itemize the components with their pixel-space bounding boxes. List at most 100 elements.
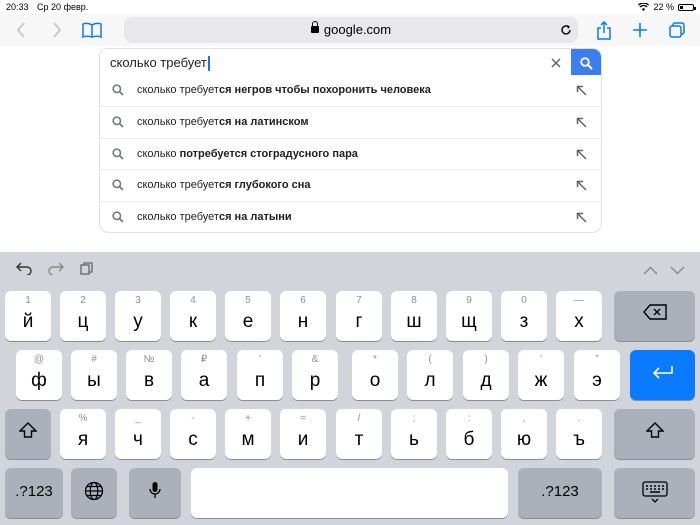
search-box[interactable]: сколько требует: [99, 48, 602, 77]
redo-button[interactable]: [48, 262, 64, 278]
redo-icon: [48, 262, 64, 276]
share-icon: [597, 20, 611, 40]
key-row2-5[interactable]: ’ п: [237, 350, 283, 400]
key-row1-10[interactable]: 0з: [501, 291, 547, 341]
delete-key[interactable]: [614, 291, 695, 341]
key-row1-11[interactable]: — х: [556, 291, 602, 341]
search-icon: [112, 179, 124, 191]
key-secondary: :: [467, 413, 471, 424]
key-row2-3[interactable]: № в: [126, 350, 172, 400]
key-row2-11[interactable]: ” э: [574, 350, 620, 400]
suggestion-item[interactable]: сколько требуется негров чтобы похоронит…: [100, 75, 601, 106]
previous-field-button[interactable]: [643, 262, 658, 278]
key-label: ъ: [573, 429, 585, 450]
key-row3-6[interactable]: / т: [336, 409, 382, 459]
search-input[interactable]: сколько требует: [110, 49, 210, 77]
chevron-left-icon: [16, 22, 25, 38]
suggestion-item[interactable]: сколько требуется на латыни: [100, 200, 601, 234]
shift-key-left[interactable]: [5, 409, 51, 459]
key-row3-9[interactable]: ,ю: [501, 409, 547, 459]
share-button[interactable]: [591, 18, 617, 42]
key-row2-6[interactable]: & р: [292, 350, 338, 400]
suggestion-completion: ся на латинском: [218, 116, 309, 129]
key-row1-7[interactable]: 7г: [336, 291, 382, 341]
key-row2-4[interactable]: ₽ а: [181, 350, 227, 400]
key-label: л: [424, 370, 436, 391]
dismiss-keyboard-key[interactable]: [614, 468, 695, 518]
key-row2-8[interactable]: (л: [407, 350, 453, 400]
key-secondary: &: [311, 354, 319, 365]
numbers-key-right[interactable]: .?123: [518, 468, 602, 518]
onscreen-keyboard: 1й 2ц 3у 4к 5е 6н 7г 8ш 9щ 0з — х @ ф # ы №…: [0, 252, 700, 525]
microphone-key[interactable]: [129, 468, 181, 518]
globe-key[interactable]: [71, 468, 117, 518]
key-row1-3[interactable]: 3у: [115, 291, 161, 341]
suggestion-item[interactable]: сколько требуется на латинском: [100, 106, 601, 137]
back-button[interactable]: [8, 18, 34, 42]
clear-search-button[interactable]: [551, 53, 561, 71]
tabs-button[interactable]: [664, 18, 690, 42]
key-label: х: [574, 311, 584, 332]
tabs-icon: [669, 22, 685, 38]
key-label: з: [519, 311, 529, 332]
reload-button[interactable]: [560, 17, 572, 45]
key-secondary: 4: [190, 295, 196, 306]
address-bar[interactable]: google.com: [124, 17, 578, 43]
search-icon: [112, 148, 124, 160]
key-row3-3[interactable]: -с: [170, 409, 216, 459]
forward-button[interactable]: [44, 18, 70, 42]
fill-query-button[interactable]: [576, 107, 587, 139]
suggestion-item[interactable]: сколько потребуется стоградусного пара: [100, 137, 601, 171]
suggestions-list: сколько требуется негров чтобы похоронит…: [99, 75, 602, 233]
key-secondary: =: [300, 413, 306, 424]
key-row1-5[interactable]: 5е: [225, 291, 271, 341]
new-tab-button[interactable]: [627, 18, 653, 42]
key-label: й: [22, 311, 34, 332]
next-field-button[interactable]: [670, 262, 685, 278]
key-label: ы: [87, 370, 101, 391]
fill-query-button[interactable]: [576, 170, 587, 202]
suggestion-completion: потребуется стоградусного пара: [179, 147, 358, 160]
key-row3-7[interactable]: ; ь: [391, 409, 437, 459]
key-label: м: [241, 429, 255, 450]
key-row1-9[interactable]: 9щ: [446, 291, 492, 341]
key-label: щ: [461, 311, 477, 332]
search-icon: [112, 84, 124, 96]
key-row3-5[interactable]: = и: [280, 409, 326, 459]
undo-button[interactable]: [16, 262, 32, 278]
fill-query-button[interactable]: [576, 202, 587, 234]
key-row1-2[interactable]: 2ц: [60, 291, 106, 341]
key-row2-2[interactable]: # ы: [71, 350, 117, 400]
suggestion-item[interactable]: сколько требуется глубокого сна: [100, 169, 601, 200]
numbers-key-left[interactable]: .?123: [5, 468, 63, 518]
lock-icon: [310, 21, 319, 33]
shift-key-right[interactable]: [614, 409, 695, 459]
space-key[interactable]: [191, 468, 508, 518]
bookmarks-button[interactable]: [79, 18, 105, 42]
return-key[interactable]: [630, 350, 695, 400]
safari-page: 20:33 Ср 20 февр. 22 % google.com скольк…: [0, 0, 700, 525]
key-secondary: @: [33, 354, 45, 365]
key-row3-4[interactable]: + м: [225, 409, 271, 459]
key-row2-10[interactable]: ’ ж: [518, 350, 564, 400]
key-row3-8[interactable]: :б: [446, 409, 492, 459]
key-row3-10[interactable]: .ъ: [556, 409, 602, 459]
key-row1-4[interactable]: 4к: [170, 291, 216, 341]
key-label: а: [198, 370, 210, 391]
wifi-icon: [638, 3, 650, 11]
fill-query-button[interactable]: [576, 139, 587, 171]
fill-query-button[interactable]: [576, 75, 587, 107]
key-row1-6[interactable]: 6н: [280, 291, 326, 341]
key-row1-1[interactable]: 1й: [5, 291, 51, 341]
key-label: ь: [409, 429, 419, 450]
key-row2-9[interactable]: ) д: [463, 350, 509, 400]
key-row2-1[interactable]: @ ф: [16, 350, 62, 400]
key-row2-7[interactable]: * о: [352, 350, 398, 400]
key-row3-2[interactable]: _ ч: [115, 409, 161, 459]
search-submit-button[interactable]: [571, 49, 601, 77]
key-row1-8[interactable]: 8ш: [391, 291, 437, 341]
key-secondary: ’: [539, 354, 543, 365]
key-label: ю: [516, 429, 532, 450]
key-row3-1[interactable]: % я: [60, 409, 106, 459]
paste-button[interactable]: [80, 262, 93, 278]
